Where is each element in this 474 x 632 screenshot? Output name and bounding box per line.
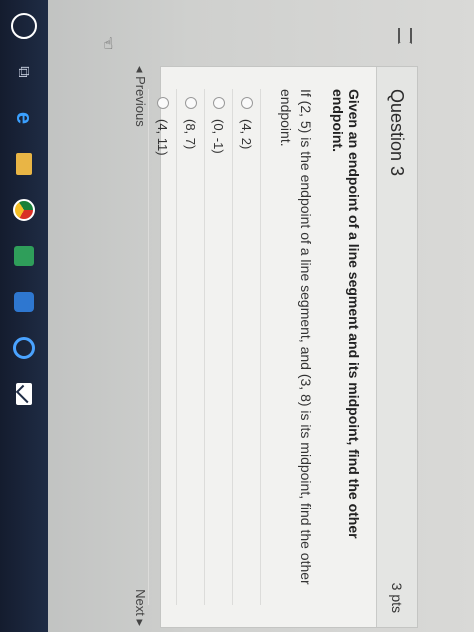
app-icon[interactable] xyxy=(10,242,38,270)
photo-viewport: ☜ Question 3 3 pts Given an endpoint of … xyxy=(0,0,474,632)
answer-option[interactable]: (8, 7) xyxy=(177,89,206,605)
question-points: 3 pts xyxy=(389,582,405,613)
task-view-icon[interactable]: ⧉ xyxy=(10,58,38,86)
question-text: If (2, 5) is the endpoint of a line segm… xyxy=(277,89,314,585)
question-navigation: ◂ Previous Next ▸ xyxy=(132,66,148,626)
edge-icon[interactable]: e xyxy=(10,104,38,132)
answer-option[interactable]: (4, 11) xyxy=(148,89,178,605)
question-card: Question 3 3 pts Given an endpoint of a … xyxy=(148,66,418,628)
answer-label: (4, 2) xyxy=(239,119,255,150)
flag-question-icon[interactable] xyxy=(398,28,412,44)
radio-button[interactable] xyxy=(156,97,169,109)
folder-icon[interactable] xyxy=(10,150,38,178)
question-title: Question 3 xyxy=(387,89,408,177)
question-body: Given an endpoint of a line segment and … xyxy=(134,67,376,627)
answer-option[interactable]: (4, 2) xyxy=(233,89,262,605)
radio-button[interactable] xyxy=(240,97,253,109)
radio-button[interactable] xyxy=(184,97,197,109)
app-icon[interactable] xyxy=(10,288,38,316)
taskbar: ⧉ e xyxy=(0,0,48,632)
app-icon[interactable] xyxy=(10,334,38,362)
radio-button[interactable] xyxy=(212,97,225,109)
answer-option[interactable]: (0, -1) xyxy=(205,89,234,605)
answer-label: (0, -1) xyxy=(211,119,227,154)
question-prompt: Given an endpoint of a line segment and … xyxy=(330,89,362,539)
answer-label: (8, 7) xyxy=(183,119,199,150)
chrome-icon[interactable] xyxy=(10,196,38,224)
hand-cursor-icon: ☜ xyxy=(99,36,116,51)
question-header: Question 3 3 pts xyxy=(376,67,417,627)
answer-label: (4, 11) xyxy=(155,119,171,156)
mail-icon[interactable] xyxy=(10,380,38,408)
previous-button[interactable]: ◂ Previous xyxy=(132,66,148,127)
search-icon[interactable] xyxy=(10,12,38,40)
next-button[interactable]: Next ▸ xyxy=(132,589,148,626)
